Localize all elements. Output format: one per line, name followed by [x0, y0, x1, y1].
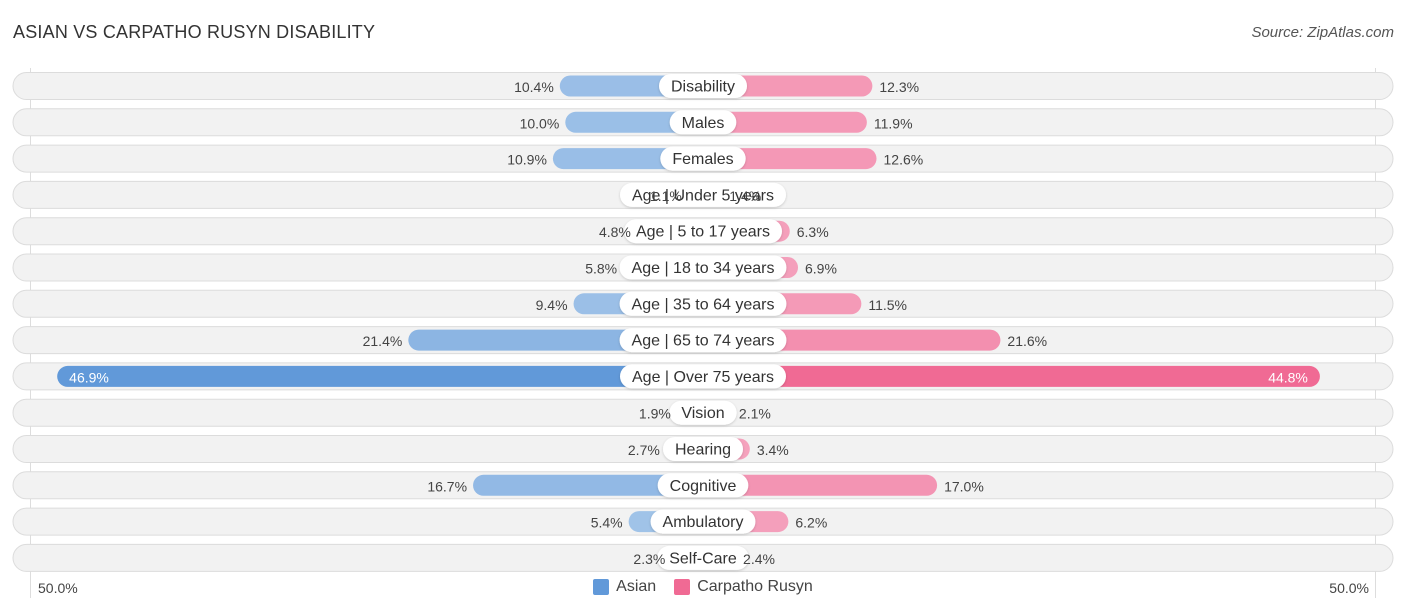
category-label: Hearing: [675, 442, 731, 459]
category-label: Females: [672, 151, 733, 168]
value-label-carpatho-rusyn: 6.3%: [797, 224, 829, 240]
value-label-carpatho-rusyn: 3.4%: [757, 442, 789, 458]
category-label: Age | 35 to 64 years: [632, 296, 775, 313]
category-label: Disability: [671, 79, 735, 96]
value-label-asian: 2.3%: [633, 551, 665, 567]
category-label: Self-Care: [669, 550, 737, 567]
value-label-carpatho-rusyn: 17.0%: [944, 478, 984, 494]
value-label-asian: 16.7%: [427, 478, 467, 494]
value-label-carpatho-rusyn: 6.9%: [805, 261, 837, 277]
row-cognitive[interactable]: Cognitive 16.7% 17.0%: [12, 471, 1394, 500]
category-label: Age | 65 to 74 years: [632, 333, 775, 350]
legend-swatch-asian: [593, 579, 610, 595]
value-label-carpatho-rusyn: 2.1%: [739, 406, 771, 422]
legend: Asian Carpatho Rusyn: [0, 578, 1406, 596]
legend-label-asian: Asian: [616, 578, 657, 595]
legend-swatch-carpatho-rusyn: [674, 579, 691, 595]
value-label-carpatho-rusyn: 11.9%: [874, 115, 913, 131]
value-label-carpatho-rusyn: 6.2%: [795, 515, 827, 531]
value-label-asian: 10.0%: [520, 115, 560, 131]
row-females[interactable]: Females 10.9% 12.6%: [12, 144, 1394, 173]
row-age-65-to-74-years[interactable]: Age | 65 to 74 years 21.4% 21.6%: [12, 326, 1394, 355]
diverging-bar-chart: Disability 10.4% 12.3% Males 10.0% 11.9% Femal…: [12, 68, 1394, 598]
category-label: Age | 5 to 17 years: [636, 224, 770, 241]
value-label-asian: 4.8%: [599, 224, 631, 240]
row-age-over-75-years[interactable]: Age | Over 75 years 46.9% 44.8%: [12, 362, 1394, 391]
value-label-asian: 10.4%: [514, 79, 554, 95]
row-males[interactable]: Males 10.0% 11.9%: [12, 108, 1394, 137]
value-label-asian: 46.9%: [69, 369, 109, 385]
legend-item-asian[interactable]: Asian: [593, 578, 656, 596]
category-label: Age | 18 to 34 years: [632, 260, 775, 277]
value-label-carpatho-rusyn: 1.4%: [729, 188, 761, 204]
value-label-asian: 1.9%: [639, 406, 671, 422]
row-disability[interactable]: Disability 10.4% 12.3%: [12, 72, 1394, 100]
category-label: Age | Over 75 years: [632, 369, 774, 386]
category-label: Vision: [681, 405, 724, 422]
value-label-asian: 9.4%: [536, 297, 568, 313]
row-self-care[interactable]: Self-Care2.3% 2.4%: [12, 543, 1394, 572]
legend-item-carpatho-rusyn[interactable]: Carpatho Rusyn: [674, 578, 813, 596]
category-label: Males: [682, 115, 725, 132]
legend-label-carpatho-rusyn: Carpatho Rusyn: [697, 578, 813, 595]
row-ambulatory[interactable]: Ambulatory 5.4% 6.2%: [12, 507, 1394, 536]
row-vision[interactable]: Vision 1.9% 2.1%: [12, 398, 1394, 427]
row-age-35-to-64-years[interactable]: Age | 35 to 64 years 9.4% 11.5%: [12, 289, 1394, 318]
category-label: Cognitive: [670, 478, 737, 495]
value-label-carpatho-rusyn: 2.4%: [743, 551, 775, 567]
value-label-carpatho-rusyn: 21.6%: [1007, 333, 1047, 349]
value-label-asian: 2.7%: [628, 442, 660, 458]
bar-asian[interactable]: [57, 365, 714, 387]
value-label-asian: 10.9%: [507, 152, 547, 168]
value-label-carpatho-rusyn: 44.8%: [1268, 369, 1308, 385]
value-label-carpatho-rusyn: 12.3%: [879, 79, 919, 95]
value-label-asian: 5.4%: [591, 515, 623, 531]
row-age-under-5-years[interactable]: Age | Under 5 years1.1% 1.4%: [12, 180, 1394, 209]
row-age-18-to-34-years[interactable]: Age | 18 to 34 years 5.8% 6.9%: [12, 253, 1394, 282]
value-label-asian: 1.1%: [650, 188, 682, 204]
category-label: Ambulatory: [663, 514, 744, 531]
value-label-asian: 5.8%: [585, 261, 617, 277]
value-label-carpatho-rusyn: 11.5%: [868, 297, 907, 313]
row-age-5-to-17-years[interactable]: Age | 5 to 17 years 4.8% 6.3%: [12, 217, 1394, 246]
value-label-carpatho-rusyn: 12.6%: [884, 152, 924, 168]
row-hearing[interactable]: Hearing 2.7% 3.4%: [12, 435, 1394, 463]
bar-carpatho-rusyn[interactable]: [692, 365, 1320, 387]
value-label-asian: 21.4%: [363, 333, 403, 349]
